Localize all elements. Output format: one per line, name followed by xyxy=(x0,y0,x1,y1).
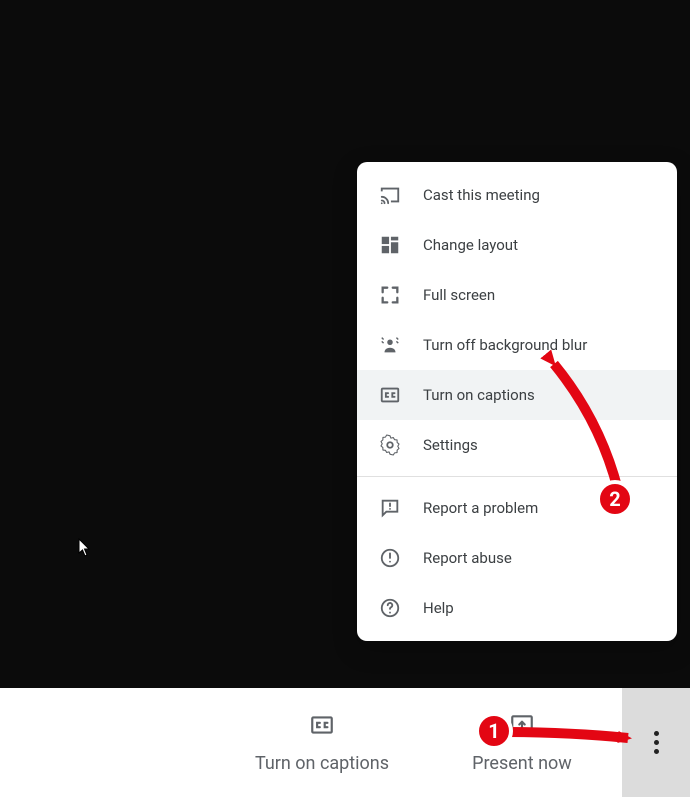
menu-item-background-blur[interactable]: Turn off background blur xyxy=(357,320,677,370)
more-vertical-icon xyxy=(654,731,659,754)
menu-item-settings[interactable]: Settings xyxy=(357,420,677,470)
menu-item-change-layout[interactable]: Change layout xyxy=(357,220,677,270)
gear-icon xyxy=(379,434,401,456)
menu-item-label: Report abuse xyxy=(423,549,512,567)
layout-icon xyxy=(379,234,401,256)
present-label: Present now xyxy=(472,753,572,774)
cast-icon xyxy=(379,184,401,206)
captions-button[interactable]: Turn on captions xyxy=(222,688,422,797)
cc-icon xyxy=(309,712,335,743)
menu-item-help[interactable]: Help xyxy=(357,583,677,633)
help-icon xyxy=(379,597,401,619)
menu-item-report-problem[interactable]: Report a problem xyxy=(357,483,677,533)
menu-item-label: Settings xyxy=(423,436,478,454)
blur-icon xyxy=(379,334,401,356)
present-button[interactable]: Present now xyxy=(422,688,622,797)
menu-item-label: Turn on captions xyxy=(423,386,535,404)
menu-item-fullscreen[interactable]: Full screen xyxy=(357,270,677,320)
menu-item-report-abuse[interactable]: Report abuse xyxy=(357,533,677,583)
more-options-button[interactable] xyxy=(622,688,690,797)
bottom-bar: Turn on captions Present now xyxy=(0,688,690,797)
present-icon xyxy=(509,712,535,743)
menu-item-label: Change layout xyxy=(423,236,518,254)
menu-separator xyxy=(357,476,677,477)
fullscreen-icon xyxy=(379,284,401,306)
alert-icon xyxy=(379,547,401,569)
menu-item-label: Report a problem xyxy=(423,499,538,517)
feedback-icon xyxy=(379,497,401,519)
menu-item-label: Cast this meeting xyxy=(423,186,540,204)
captions-label: Turn on captions xyxy=(255,753,389,774)
cc-icon xyxy=(379,384,401,406)
menu-item-label: Turn off background blur xyxy=(423,336,587,354)
menu-item-cast[interactable]: Cast this meeting xyxy=(357,170,677,220)
menu-item-label: Full screen xyxy=(423,286,495,304)
menu-item-label: Help xyxy=(423,599,454,617)
more-options-menu: Cast this meeting Change layout Full scr… xyxy=(357,162,677,641)
menu-item-captions[interactable]: Turn on captions xyxy=(357,370,677,420)
